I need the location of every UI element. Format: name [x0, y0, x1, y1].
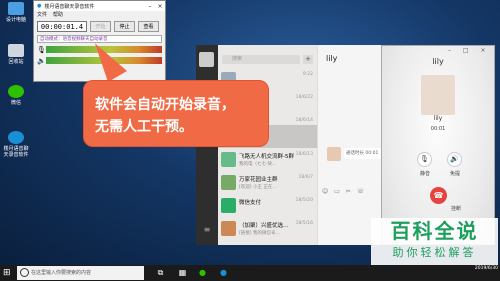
callout-line1: 软件会自动开始录音， — [95, 97, 235, 113]
list-item[interactable]: （加聚）兴盛优选… [链接] 我的微信号… 18/5/16 — [218, 217, 317, 240]
recorder-app-icon — [8, 131, 24, 144]
chat-name: （加聚）兴盛优选… — [239, 223, 289, 229]
search-input[interactable]: 搜索 — [222, 55, 300, 64]
chat-time: 18/6/14 — [295, 118, 313, 123]
chat-time: 18/6/22 — [295, 95, 313, 100]
call-duration: 00:01 — [430, 126, 446, 132]
recording-timer: 00:00:01.4 — [37, 21, 87, 32]
phone-icon: ☎ — [433, 191, 444, 200]
clock: 2019/6/30 — [474, 266, 498, 271]
start-button[interactable]: 开始 — [90, 21, 111, 32]
windows-start-icon[interactable]: ⊞ — [3, 268, 13, 278]
watermark-line1: 百科全说 — [390, 219, 479, 243]
stop-button[interactable]: 停止 — [114, 21, 135, 32]
desktop-icon-recorder[interactable]: 楼月语音聊天录音软件 — [2, 131, 30, 158]
desktop-icon-label: 微信 — [10, 100, 21, 106]
chat-name: 微信支付 — [239, 200, 262, 206]
microphone-icon: 🎙 — [37, 45, 46, 54]
menu-help[interactable]: 帮助 — [53, 11, 63, 18]
desktop-icon-wechat[interactable]: 微信 — [2, 85, 30, 106]
watermark-line2: 助你轻松解答 — [392, 246, 477, 259]
chat-time: 18/5/20 — [295, 198, 313, 203]
hangup-label: 挂断 — [450, 206, 461, 212]
callout-text: 软件会自动开始录音， 无需人工干预。 — [95, 94, 265, 138]
wechat-taskbar-icon[interactable]: ● — [197, 268, 208, 278]
avatar — [221, 198, 236, 213]
avatar — [221, 175, 236, 190]
chat-time: 18/6/7 — [298, 175, 313, 180]
app-icon[interactable]: ▦ — [177, 268, 188, 278]
desktop-icon-label: 楼月语音聊天录音软件 — [3, 146, 29, 158]
menu-file[interactable]: 文件 — [37, 11, 47, 18]
task-view-icon[interactable]: ⧉ — [155, 268, 166, 278]
recorder-title-icon: ● — [37, 3, 42, 9]
recorder-title: 楼月语音聊天录音软件 — [44, 3, 95, 10]
chat-panel — [317, 45, 383, 245]
chat-time: 9:22 — [302, 72, 313, 77]
close-icon[interactable]: × — [155, 3, 165, 10]
minimize-icon[interactable]: – — [145, 3, 155, 10]
avatar[interactable] — [327, 147, 341, 161]
call-title: lily — [432, 57, 444, 66]
list-item[interactable]: 飞路无人机交流群-5群 我的电（七七·快… 18/6/13 — [218, 148, 317, 171]
desktop-icon-label: 回收站 — [8, 59, 24, 65]
view-button[interactable]: 查看 — [138, 21, 159, 32]
desktop-icon-computer[interactable]: 设计电脑 — [2, 2, 30, 23]
wechat-icon — [8, 85, 24, 98]
computer-icon — [8, 2, 24, 15]
recycle-bin-icon — [8, 44, 24, 57]
speaker-icon: 🔊 — [450, 155, 459, 163]
desktop-icon-label: 设计电脑 — [5, 17, 26, 23]
callout-line2: 无需人工干预。 — [95, 119, 193, 135]
chat-snippet: [链接] 我的微信号… — [239, 231, 280, 236]
add-chat-button[interactable]: + — [303, 55, 313, 64]
chat-message: 通话时长 00:01 — [344, 148, 382, 159]
taskbar-search-input[interactable]: 在这里输入你要搜索的内容 — [17, 266, 144, 280]
cortana-icon — [20, 268, 29, 277]
chat-snippet: [欢迎] 小王 正在… — [239, 185, 277, 190]
chat-title: lily — [326, 54, 338, 63]
mute-button[interactable]: 🎙 — [417, 152, 432, 167]
speaker-button[interactable]: 🔊 — [447, 152, 462, 167]
list-item[interactable]: 微信支付 18/5/20 — [218, 194, 317, 217]
speaker-label: 免提 — [449, 171, 460, 177]
avatar — [421, 75, 455, 115]
watermark-logo: 百科全说助你轻松解答 — [371, 218, 498, 270]
microphone-icon: 🎙 — [420, 155, 429, 163]
recorder-controls: 00:00:01.4 开始 停止 查看 — [37, 21, 162, 32]
menu-icon[interactable]: ≡ — [202, 225, 212, 234]
list-item[interactable]: 万家花园业主群 [欢迎] 小王 正在… 18/6/7 — [218, 171, 317, 194]
chat-name: 万家花园业主群 — [239, 177, 278, 183]
window-controls[interactable]: – □ × — [448, 47, 491, 54]
chat-toolbar[interactable]: ☺ ▭ ✂ ☏ — [322, 188, 366, 195]
recorder-taskbar-icon[interactable]: ● — [218, 268, 229, 278]
recorder-menubar: 文件 帮助 — [34, 11, 165, 18]
desktop-icon-recycle[interactable]: 回收站 — [2, 44, 30, 65]
chat-time: 18/6/13 — [295, 152, 313, 157]
avatar — [221, 221, 236, 236]
chat-name: 飞路无人机交流群-5群 — [239, 154, 294, 160]
chat-snippet: 我的电（七七·快… — [239, 162, 277, 167]
mute-label: 静音 — [419, 171, 430, 177]
recorder-titlebar: ● 楼月语音聊天录音软件 – × — [34, 1, 165, 11]
hangup-button[interactable]: ☎ — [430, 187, 447, 204]
avatar — [221, 152, 236, 167]
speaker-icon: 🔈 — [37, 56, 46, 65]
caller-name: lily — [433, 115, 443, 122]
avatar[interactable] — [199, 52, 214, 67]
chat-time: 18/5/16 — [295, 221, 313, 226]
